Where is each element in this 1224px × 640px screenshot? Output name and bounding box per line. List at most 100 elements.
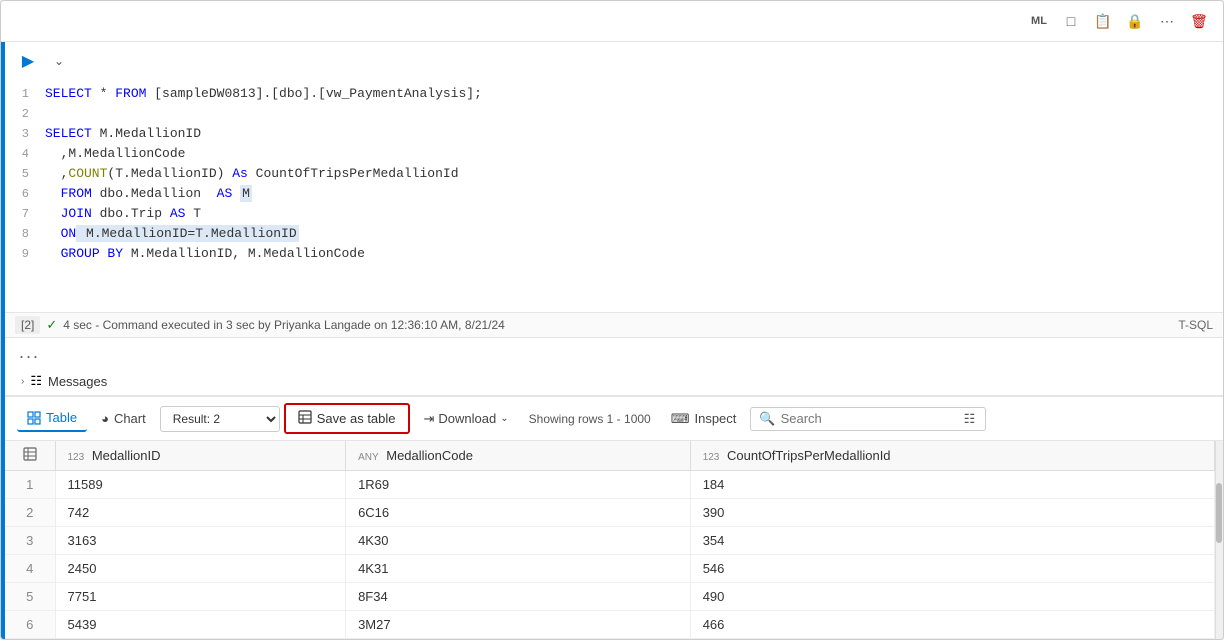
scrollbar-thumb[interactable] — [1216, 483, 1222, 543]
status-message: 4 sec - Command executed in 3 sec by Pri… — [63, 318, 505, 332]
code-line-9: 9 GROUP BY M.MedallionID, M.MedallionCod… — [5, 244, 1223, 264]
cell-count-5: 490 — [690, 583, 1214, 611]
code-text: SELECT * FROM [sampleDW0813].[dbo].[vw_P… — [45, 84, 482, 104]
row-num-4: 4 — [5, 555, 55, 583]
inspect-button[interactable]: ⌨ Inspect — [661, 406, 747, 432]
col-header-medallioncode: ANY MedallionCode — [346, 441, 691, 471]
main-window: ML □ 📋 🔒 ⋯ 🗑 ▶ ⌄ — [0, 0, 1224, 640]
messages-header[interactable]: › ☷ Messages — [21, 373, 1207, 389]
cell-medallionid-4: 2450 — [55, 555, 346, 583]
code-text: FROM dbo.Medallion AS M — [45, 184, 252, 204]
table-row: 5 7751 8F34 490 — [5, 583, 1215, 611]
row-number-header — [5, 441, 55, 471]
tab-table[interactable]: Table — [17, 405, 87, 433]
chevron-down-icon: ⌄ — [54, 54, 64, 68]
table-row: 3 3163 4K30 354 — [5, 527, 1215, 555]
code-line-6: 6 FROM dbo.Medallion AS M — [5, 184, 1223, 204]
search-input[interactable] — [781, 411, 957, 426]
col-label-1: MedallionID — [92, 448, 161, 463]
run-icon: ▶ — [22, 51, 34, 71]
save-as-table-label: Save as table — [317, 411, 396, 426]
status-left: [2] ✓ 4 sec - Command executed in 3 sec … — [15, 316, 505, 334]
run-options-button[interactable]: ⌄ — [49, 51, 69, 71]
ml-button[interactable]: ML — [1025, 7, 1053, 35]
run-button[interactable]: ▶ — [15, 48, 41, 74]
delete-button[interactable]: 🗑 — [1185, 7, 1213, 35]
col-type-3: 123 — [703, 452, 720, 463]
result-select[interactable]: Result: 2 — [160, 406, 280, 432]
code-line-7: 7 JOIN dbo.Trip AS T — [5, 204, 1223, 224]
more-options-button[interactable]: ⋯ — [1153, 7, 1181, 35]
cell-medallionid-1: 11589 — [55, 471, 346, 499]
messages-label: Messages — [48, 374, 107, 389]
results-table-row: 123 MedallionID ANY MedallionCode 123 — [5, 441, 1223, 639]
lock-button[interactable]: 🔒 — [1121, 7, 1149, 35]
code-line-3: 3 SELECT M.MedallionID — [5, 124, 1223, 144]
cell-medallioncode-2: 6C16 — [346, 499, 691, 527]
filter-icon: ☷ — [964, 411, 976, 426]
table-row: 4 2450 4K31 546 — [5, 555, 1215, 583]
code-line-1: 1 SELECT * FROM [sampleDW0813].[dbo].[vw… — [5, 84, 1223, 104]
row-num-3: 3 — [5, 527, 55, 555]
cell-medallionid-6: 5439 — [55, 611, 346, 639]
line-number: 1 — [5, 84, 45, 104]
code-line-5: 5 ,COUNT(T.MedallionID) As CountOfTripsP… — [5, 164, 1223, 184]
search-box: 🔍 ☷ — [750, 407, 986, 431]
row-num-6: 6 — [5, 611, 55, 639]
cell-medallioncode-6: 3M27 — [346, 611, 691, 639]
inspect-icon: ⌨ — [671, 411, 690, 427]
run-controls: ▶ ⌄ — [5, 42, 1223, 80]
line-number: 4 — [5, 144, 45, 164]
cell-medallioncode-1: 1R69 — [346, 471, 691, 499]
col-type-1: 123 — [68, 452, 85, 463]
download-button[interactable]: ⇥ Download ⌄ — [414, 406, 519, 432]
table-header-row: 123 MedallionID ANY MedallionCode 123 — [5, 441, 1215, 471]
code-text: ,COUNT(T.MedallionID) As CountOfTripsPer… — [45, 164, 459, 184]
code-editor[interactable]: 1 SELECT * FROM [sampleDW0813].[dbo].[vw… — [5, 80, 1223, 312]
cell-medallioncode-5: 8F34 — [346, 583, 691, 611]
line-number: 3 — [5, 124, 45, 144]
data-table-container[interactable]: 123 MedallionID ANY MedallionCode 123 — [5, 441, 1215, 639]
code-line-4: 4 ,M.MedallionCode — [5, 144, 1223, 164]
more-icon: ⋯ — [1160, 13, 1174, 30]
cell-label: [2] — [15, 316, 40, 334]
tab-chart[interactable]: ◕ Chart — [91, 406, 156, 431]
col-label-2: MedallionCode — [386, 448, 473, 463]
line-number: 2 — [5, 104, 45, 124]
search-icon: 🔍 — [759, 411, 775, 427]
status-bar: [2] ✓ 4 sec - Command executed in 3 sec … — [5, 312, 1223, 338]
messages-section: › ☷ Messages — [5, 367, 1223, 396]
vertical-scrollbar[interactable] — [1215, 441, 1223, 639]
code-line-8: 8 ON M.MedallionID=T.MedallionID — [5, 224, 1223, 244]
download-chevron-icon: ⌄ — [500, 413, 508, 424]
ml-icon: ML — [1031, 15, 1047, 27]
download-label: Download — [438, 411, 496, 426]
row-num-2: 2 — [5, 499, 55, 527]
code-line-2: 2 — [5, 104, 1223, 124]
save-as-table-button[interactable]: Save as table — [284, 403, 410, 434]
results-toolbar: Table ◕ Chart Result: 2 — [5, 397, 1223, 441]
row-num-5: 5 — [5, 583, 55, 611]
editor-container: ▶ ⌄ 1 SELECT * FROM [sampleDW0813].[dbo]… — [5, 42, 1223, 639]
copy-button[interactable]: □ — [1057, 7, 1085, 35]
table-row: 6 5439 3M27 466 — [5, 611, 1215, 639]
row-num-1: 1 — [5, 471, 55, 499]
line-number: 5 — [5, 164, 45, 184]
clipboard-icon: 📋 — [1094, 13, 1111, 30]
tab-chart-label: Chart — [114, 411, 146, 426]
clipboard-button[interactable]: 📋 — [1089, 7, 1117, 35]
inspect-label: Inspect — [694, 411, 736, 426]
cell-medallionid-5: 7751 — [55, 583, 346, 611]
line-number: 7 — [5, 204, 45, 224]
code-text: ON M.MedallionID=T.MedallionID — [45, 224, 299, 244]
delete-icon: 🗑 — [1190, 13, 1208, 30]
col-header-medallionid: 123 MedallionID — [55, 441, 346, 471]
rows-info: Showing rows 1 - 1000 — [523, 412, 657, 426]
table-row: 2 742 6C16 390 — [5, 499, 1215, 527]
filter-button[interactable]: ☷ — [962, 411, 978, 427]
code-text: SELECT M.MedallionID — [45, 124, 201, 144]
check-icon: ✓ — [46, 317, 57, 333]
cell-count-2: 390 — [690, 499, 1214, 527]
more-options-dots[interactable]: ... — [5, 338, 1223, 367]
col-label-3: CountOfTripsPerMedallionId — [727, 448, 891, 463]
